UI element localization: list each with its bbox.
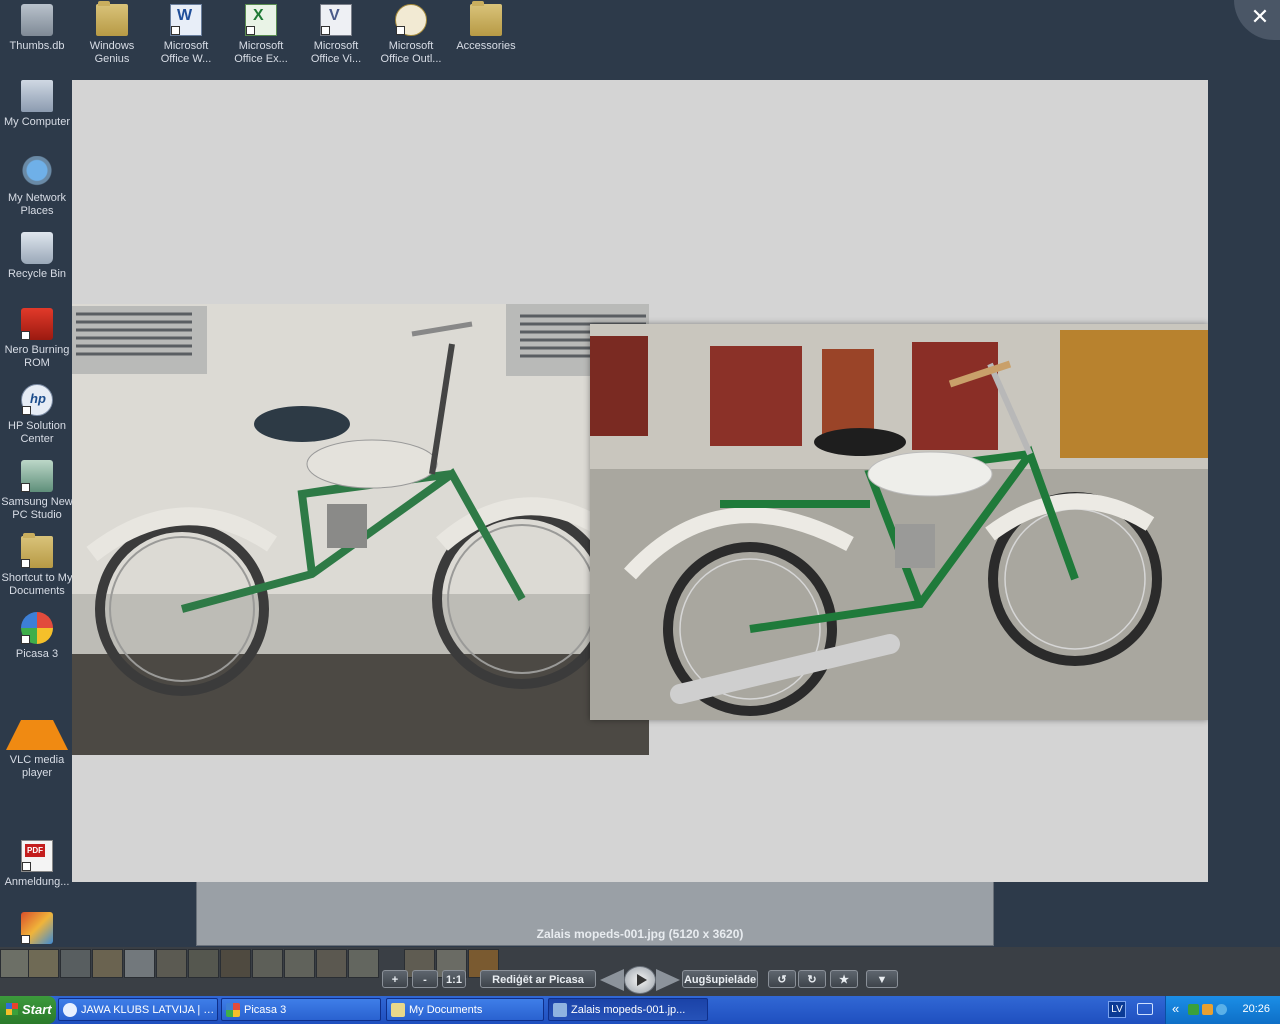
- desktop-icon-picasa[interactable]: Picasa 3: [0, 612, 74, 661]
- desktop-icon-samsung-pc-studio[interactable]: Samsung New PC Studio: [0, 460, 74, 522]
- recycle-bin-icon: [21, 232, 53, 264]
- desktop-icon-office-excel[interactable]: Microsoft Office Ex...: [224, 4, 298, 66]
- tray-update-icon[interactable]: [1216, 1004, 1227, 1015]
- desktop-icon-label: My Network Places: [7, 192, 67, 217]
- keyboard-icon[interactable]: [1137, 1003, 1153, 1015]
- desktop-icon-label: Microsoft Office Outl...: [380, 40, 442, 65]
- desktop-icon-label: Thumbs.db: [9, 40, 65, 52]
- rotate-left-icon[interactable]: ↺: [768, 970, 796, 988]
- language-indicator[interactable]: LV: [1108, 1001, 1126, 1018]
- photo-viewer[interactable]: [72, 80, 1208, 882]
- folder-icon: [96, 1, 128, 36]
- taskbar-item-image-viewer[interactable]: Zalais mopeds-001.jp...: [548, 998, 708, 1021]
- folder-icon: [470, 1, 502, 36]
- photo-after-restoration: [590, 324, 1208, 720]
- tray-security-icon[interactable]: [1188, 1004, 1199, 1015]
- taskbar-item-label: My Documents: [409, 1004, 483, 1016]
- taskbar-item-my-documents[interactable]: My Documents: [386, 998, 544, 1021]
- desktop-icon-recycle-bin[interactable]: Recycle Bin: [0, 232, 74, 281]
- star-icon[interactable]: ★: [830, 970, 858, 988]
- taskbar-item-label: Zalais mopeds-001.jp...: [571, 1004, 686, 1016]
- desktop-icon-accessories[interactable]: Accessories: [449, 1, 523, 53]
- desktop-icon-windows-genius[interactable]: Windows Genius: [75, 1, 149, 66]
- desktop-icon-my-computer[interactable]: My Computer: [0, 80, 74, 129]
- desktop-icon-label: Microsoft Office W...: [160, 40, 212, 65]
- desktop-icon-thumbs-db[interactable]: Thumbs.db: [0, 4, 74, 53]
- desktop-icon-anmeldung[interactable]: Anmeldung...: [0, 840, 74, 889]
- clock: 20:26: [1242, 1003, 1270, 1015]
- play-slideshow-icon[interactable]: [624, 966, 656, 994]
- hp-icon: [21, 384, 53, 416]
- folder-icon: [391, 1003, 405, 1017]
- taskbar-item-browser[interactable]: JAWA KLUBS LATVIJA | J...: [58, 998, 218, 1021]
- visio-icon: [320, 4, 352, 36]
- image-icon: [553, 1003, 567, 1017]
- viewer-toolbar: + - 1:1 Rediģēt ar Picasa Augšupielāde ↺…: [0, 966, 1280, 994]
- start-label: Start: [22, 1002, 52, 1017]
- image-caption: Zalais mopeds-001.jpg (5120 x 3620): [536, 927, 744, 941]
- picasa-icon: [226, 1003, 240, 1017]
- system-tray: « 20:26: [1165, 996, 1280, 1024]
- taskbar: Start JAWA KLUBS LATVIJA | J... Picasa 3…: [0, 996, 1280, 1024]
- desktop-icon-label: VLC media player: [9, 754, 65, 779]
- desktop-icon-hp-solution-center[interactable]: HP Solution Center: [0, 384, 74, 446]
- word-icon: [170, 4, 202, 36]
- tray-network-icon[interactable]: [1202, 1004, 1213, 1015]
- taskbar-item-label: JAWA KLUBS LATVIJA | J...: [81, 1004, 218, 1016]
- desktop-icon-label: My Computer: [3, 116, 71, 128]
- desktop-icon-label: Shortcut to My Documents: [1, 572, 73, 597]
- moped-before-image: [72, 304, 649, 755]
- show-hidden-icons-button[interactable]: «: [1172, 1001, 1179, 1016]
- taskbar-item-label: Picasa 3: [244, 1004, 287, 1016]
- desktop-icon-office-word[interactable]: Microsoft Office W...: [149, 4, 223, 66]
- upload-button[interactable]: Augšupielāde: [682, 970, 758, 988]
- network-icon: [21, 156, 53, 188]
- samsung-icon: [21, 460, 53, 492]
- edit-in-picasa-button[interactable]: Rediģēt ar Picasa: [480, 970, 596, 988]
- zoom-out-button[interactable]: -: [412, 970, 438, 988]
- desktop-icon-vlc[interactable]: VLC media player: [0, 688, 74, 780]
- vlc-icon: [6, 688, 68, 750]
- desktop-icon-label: Accessories: [456, 40, 516, 52]
- desktop-icon-label: HP Solution Center: [8, 420, 66, 445]
- moped-after-image: [590, 324, 1208, 720]
- desktop-icon-office-visio[interactable]: Microsoft Office Vi...: [299, 4, 373, 66]
- computer-icon: [21, 80, 53, 112]
- desktop: Thumbs.db Windows Genius Microsoft Offic…: [0, 0, 1280, 996]
- actual-size-button[interactable]: 1:1: [442, 970, 466, 988]
- desktop-icon-nero[interactable]: Nero Burning ROM: [0, 308, 74, 370]
- desktop-icon-office-outlook[interactable]: Microsoft Office Outl...: [374, 4, 448, 66]
- rotate-right-icon[interactable]: ↻: [798, 970, 826, 988]
- desktop-icon-label: Recycle Bin: [7, 268, 67, 280]
- desktop-icon-label: Microsoft Office Ex...: [234, 40, 288, 65]
- picasa-icon: [21, 612, 53, 644]
- desktop-icon-label: Microsoft Office Vi...: [310, 40, 362, 65]
- excel-icon: [245, 4, 277, 36]
- windows-logo-icon: [6, 1003, 18, 1015]
- desktop-icon-label: Samsung New PC Studio: [1, 496, 73, 521]
- browser-icon: [63, 1003, 77, 1017]
- next-image-arrow-icon[interactable]: [656, 969, 680, 991]
- desktop-icon-label: Windows Genius: [89, 40, 135, 65]
- zoom-in-button[interactable]: +: [382, 970, 408, 988]
- more-options-chevron-down-icon[interactable]: ▼: [866, 970, 898, 988]
- outlook-icon: [395, 4, 427, 36]
- previous-image-arrow-icon[interactable]: [600, 969, 624, 991]
- pdf-icon: [21, 840, 53, 872]
- nero-icon: [21, 308, 53, 340]
- desktop-icon-my-documents-shortcut[interactable]: Shortcut to My Documents: [0, 533, 74, 598]
- photo-before-restoration: [72, 304, 649, 755]
- taskbar-item-picasa[interactable]: Picasa 3: [221, 998, 381, 1021]
- desktop-icon-label: Picasa 3: [15, 648, 59, 660]
- documents-folder-icon: [21, 533, 53, 568]
- file-icon: [21, 4, 53, 36]
- close-viewer-button[interactable]: ✕: [1234, 0, 1280, 40]
- start-button[interactable]: Start: [0, 996, 56, 1024]
- desktop-icon-label: Nero Burning ROM: [4, 344, 70, 369]
- desktop-icon-label: Anmeldung...: [4, 876, 70, 888]
- desktop-icon-my-network-places[interactable]: My Network Places: [0, 156, 74, 218]
